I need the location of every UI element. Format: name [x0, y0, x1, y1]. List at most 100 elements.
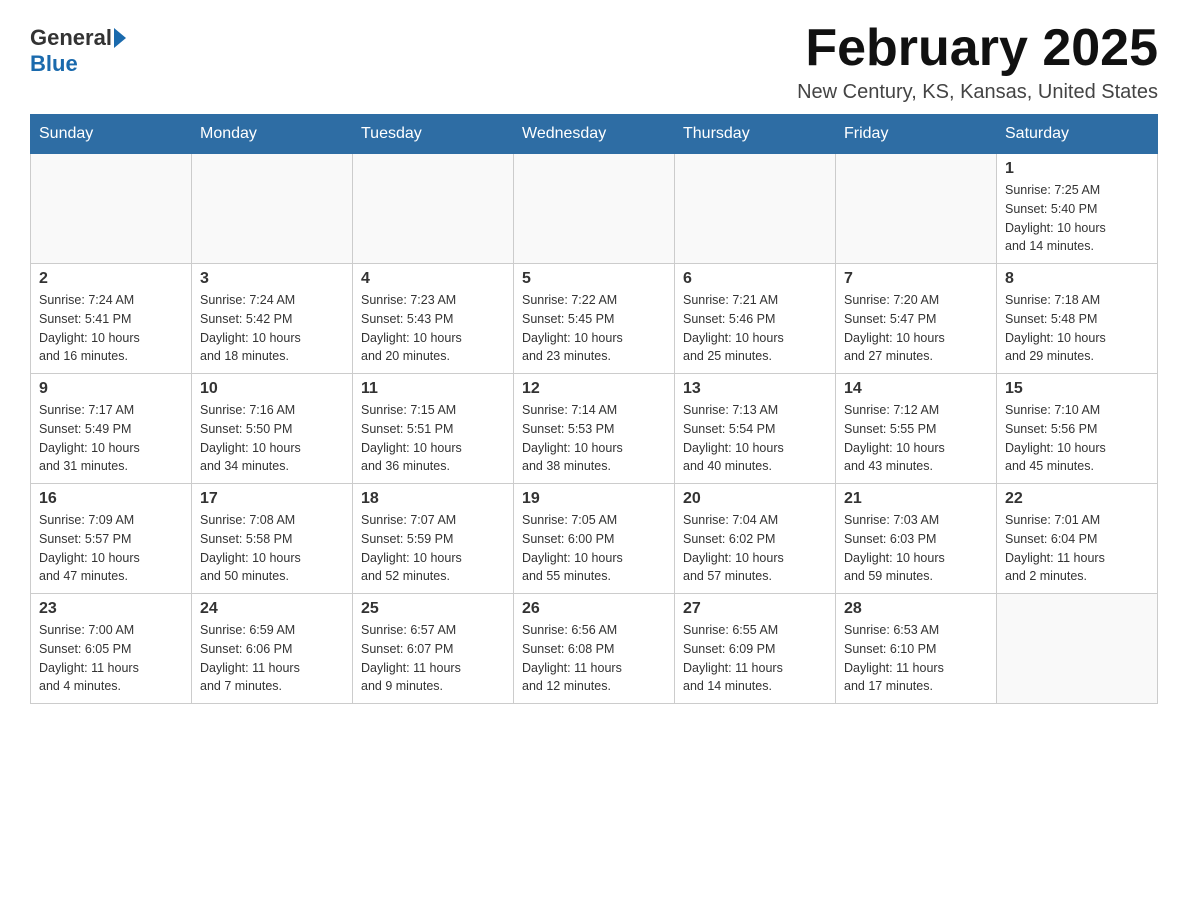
calendar-cell: 5 Sunrise: 7:22 AM Sunset: 5:45 PM Daylig…: [514, 264, 675, 374]
calendar-cell: 9 Sunrise: 7:17 AM Sunset: 5:49 PM Daylig…: [31, 374, 192, 484]
day-number: 16: [39, 490, 183, 508]
day-number: 1: [1005, 160, 1149, 178]
page-header: General Blue February 2025 New Century, …: [30, 20, 1158, 104]
logo: General Blue: [30, 20, 128, 77]
day-number: 20: [683, 490, 827, 508]
calendar-cell: 6 Sunrise: 7:21 AM Sunset: 5:46 PM Daylig…: [675, 264, 836, 374]
day-info: Sunrise: 6:55 AM Sunset: 6:09 PM Dayligh…: [683, 621, 827, 696]
calendar-cell: 22 Sunrise: 7:01 AM Sunset: 6:04 PM Dayli…: [997, 484, 1158, 594]
month-title: February 2025: [797, 20, 1158, 77]
day-info: Sunrise: 7:09 AM Sunset: 5:57 PM Dayligh…: [39, 511, 183, 586]
day-number: 3: [200, 270, 344, 288]
calendar-cell: 26 Sunrise: 6:56 AM Sunset: 6:08 PM Dayli…: [514, 594, 675, 704]
day-info: Sunrise: 7:17 AM Sunset: 5:49 PM Dayligh…: [39, 401, 183, 476]
logo-general: General: [30, 25, 112, 51]
day-header-sunday: Sunday: [31, 115, 192, 154]
day-number: 21: [844, 490, 988, 508]
day-info: Sunrise: 7:03 AM Sunset: 6:03 PM Dayligh…: [844, 511, 988, 586]
calendar-cell: 25 Sunrise: 6:57 AM Sunset: 6:07 PM Dayli…: [353, 594, 514, 704]
day-info: Sunrise: 7:25 AM Sunset: 5:40 PM Dayligh…: [1005, 181, 1149, 256]
day-number: 24: [200, 600, 344, 618]
calendar-cell: [192, 154, 353, 264]
day-info: Sunrise: 7:21 AM Sunset: 5:46 PM Dayligh…: [683, 291, 827, 366]
day-number: 2: [39, 270, 183, 288]
week-row-4: 16 Sunrise: 7:09 AM Sunset: 5:57 PM Dayli…: [31, 484, 1158, 594]
calendar-cell: 18Sunrise: 7:07 AM Sunset: 5:59 PM Dayli…: [353, 484, 514, 594]
day-header-wednesday: Wednesday: [514, 115, 675, 154]
title-section: February 2025 New Century, KS, Kansas, U…: [797, 20, 1158, 104]
day-number: 25: [361, 600, 505, 618]
calendar-cell: 13 Sunrise: 7:13 AM Sunset: 5:54 PM Dayli…: [675, 374, 836, 484]
day-number: 23: [39, 600, 183, 618]
day-number: 9: [39, 380, 183, 398]
day-info: Sunrise: 7:22 AM Sunset: 5:45 PM Dayligh…: [522, 291, 666, 366]
day-info: Sunrise: 6:56 AM Sunset: 6:08 PM Dayligh…: [522, 621, 666, 696]
day-info: Sunrise: 7:08 AM Sunset: 5:58 PM Dayligh…: [200, 511, 344, 586]
calendar-cell: 1 Sunrise: 7:25 AM Sunset: 5:40 PM Daylig…: [997, 154, 1158, 264]
calendar-cell: 21 Sunrise: 7:03 AM Sunset: 6:03 PM Dayli…: [836, 484, 997, 594]
calendar-cell: 4 Sunrise: 7:23 AM Sunset: 5:43 PM Daylig…: [353, 264, 514, 374]
day-number: 6: [683, 270, 827, 288]
day-number: 4: [361, 270, 505, 288]
calendar-cell: 7 Sunrise: 7:20 AM Sunset: 5:47 PM Daylig…: [836, 264, 997, 374]
day-number: 22: [1005, 490, 1149, 508]
calendar-cell: 8 Sunrise: 7:18 AM Sunset: 5:48 PM Daylig…: [997, 264, 1158, 374]
day-info: Sunrise: 7:00 AM Sunset: 6:05 PM Dayligh…: [39, 621, 183, 696]
location: New Century, KS, Kansas, United States: [797, 81, 1158, 104]
day-number: 8: [1005, 270, 1149, 288]
calendar-cell: 16 Sunrise: 7:09 AM Sunset: 5:57 PM Dayli…: [31, 484, 192, 594]
day-number: 15: [1005, 380, 1149, 398]
calendar-cell: 2 Sunrise: 7:24 AM Sunset: 5:41 PM Daylig…: [31, 264, 192, 374]
calendar-header-row: SundayMondayTuesdayWednesdayThursdayFrid…: [31, 115, 1158, 154]
day-header-monday: Monday: [192, 115, 353, 154]
day-number: 18: [361, 490, 505, 508]
day-info: Sunrise: 7:13 AM Sunset: 5:54 PM Dayligh…: [683, 401, 827, 476]
calendar-table: SundayMondayTuesdayWednesdayThursdayFrid…: [30, 114, 1158, 704]
calendar-cell: 14Sunrise: 7:12 AM Sunset: 5:55 PM Dayli…: [836, 374, 997, 484]
day-info: Sunrise: 7:05 AM Sunset: 6:00 PM Dayligh…: [522, 511, 666, 586]
day-number: 19: [522, 490, 666, 508]
calendar-cell: 28 Sunrise: 6:53 AM Sunset: 6:10 PM Dayli…: [836, 594, 997, 704]
day-header-saturday: Saturday: [997, 115, 1158, 154]
day-info: Sunrise: 7:24 AM Sunset: 5:41 PM Dayligh…: [39, 291, 183, 366]
day-header-tuesday: Tuesday: [353, 115, 514, 154]
week-row-5: 23 Sunrise: 7:00 AM Sunset: 6:05 PM Dayli…: [31, 594, 1158, 704]
calendar-cell: [675, 154, 836, 264]
day-number: 10: [200, 380, 344, 398]
calendar-cell: 24 Sunrise: 6:59 AM Sunset: 6:06 PM Dayli…: [192, 594, 353, 704]
week-row-3: 9 Sunrise: 7:17 AM Sunset: 5:49 PM Daylig…: [31, 374, 1158, 484]
calendar-cell: [31, 154, 192, 264]
day-info: Sunrise: 7:23 AM Sunset: 5:43 PM Dayligh…: [361, 291, 505, 366]
day-info: Sunrise: 6:59 AM Sunset: 6:06 PM Dayligh…: [200, 621, 344, 696]
day-number: 28: [844, 600, 988, 618]
day-header-friday: Friday: [836, 115, 997, 154]
calendar-cell: [353, 154, 514, 264]
day-info: Sunrise: 6:53 AM Sunset: 6:10 PM Dayligh…: [844, 621, 988, 696]
day-info: Sunrise: 7:16 AM Sunset: 5:50 PM Dayligh…: [200, 401, 344, 476]
calendar-cell: 12Sunrise: 7:14 AM Sunset: 5:53 PM Dayli…: [514, 374, 675, 484]
day-number: 14: [844, 380, 988, 398]
calendar-cell: 10 Sunrise: 7:16 AM Sunset: 5:50 PM Dayli…: [192, 374, 353, 484]
day-number: 26: [522, 600, 666, 618]
calendar-cell: [997, 594, 1158, 704]
calendar-cell: 27 Sunrise: 6:55 AM Sunset: 6:09 PM Dayli…: [675, 594, 836, 704]
day-number: 17: [200, 490, 344, 508]
day-info: Sunrise: 7:20 AM Sunset: 5:47 PM Dayligh…: [844, 291, 988, 366]
logo-blue: Blue: [30, 51, 78, 76]
day-info: Sunrise: 6:57 AM Sunset: 6:07 PM Dayligh…: [361, 621, 505, 696]
day-number: 5: [522, 270, 666, 288]
day-info: Sunrise: 7:04 AM Sunset: 6:02 PM Dayligh…: [683, 511, 827, 586]
calendar-cell: [514, 154, 675, 264]
day-number: 13: [683, 380, 827, 398]
day-info: Sunrise: 7:18 AM Sunset: 5:48 PM Dayligh…: [1005, 291, 1149, 366]
day-info: Sunrise: 7:14 AM Sunset: 5:53 PM Dayligh…: [522, 401, 666, 476]
day-number: 27: [683, 600, 827, 618]
calendar-cell: 23 Sunrise: 7:00 AM Sunset: 6:05 PM Dayli…: [31, 594, 192, 704]
day-number: 7: [844, 270, 988, 288]
day-info: Sunrise: 7:01 AM Sunset: 6:04 PM Dayligh…: [1005, 511, 1149, 586]
calendar-cell: 20 Sunrise: 7:04 AM Sunset: 6:02 PM Dayli…: [675, 484, 836, 594]
logo-arrow-icon: [114, 28, 126, 48]
day-info: Sunrise: 7:10 AM Sunset: 5:56 PM Dayligh…: [1005, 401, 1149, 476]
calendar-cell: 17 Sunrise: 7:08 AM Sunset: 5:58 PM Dayli…: [192, 484, 353, 594]
day-number: 11: [361, 380, 505, 398]
